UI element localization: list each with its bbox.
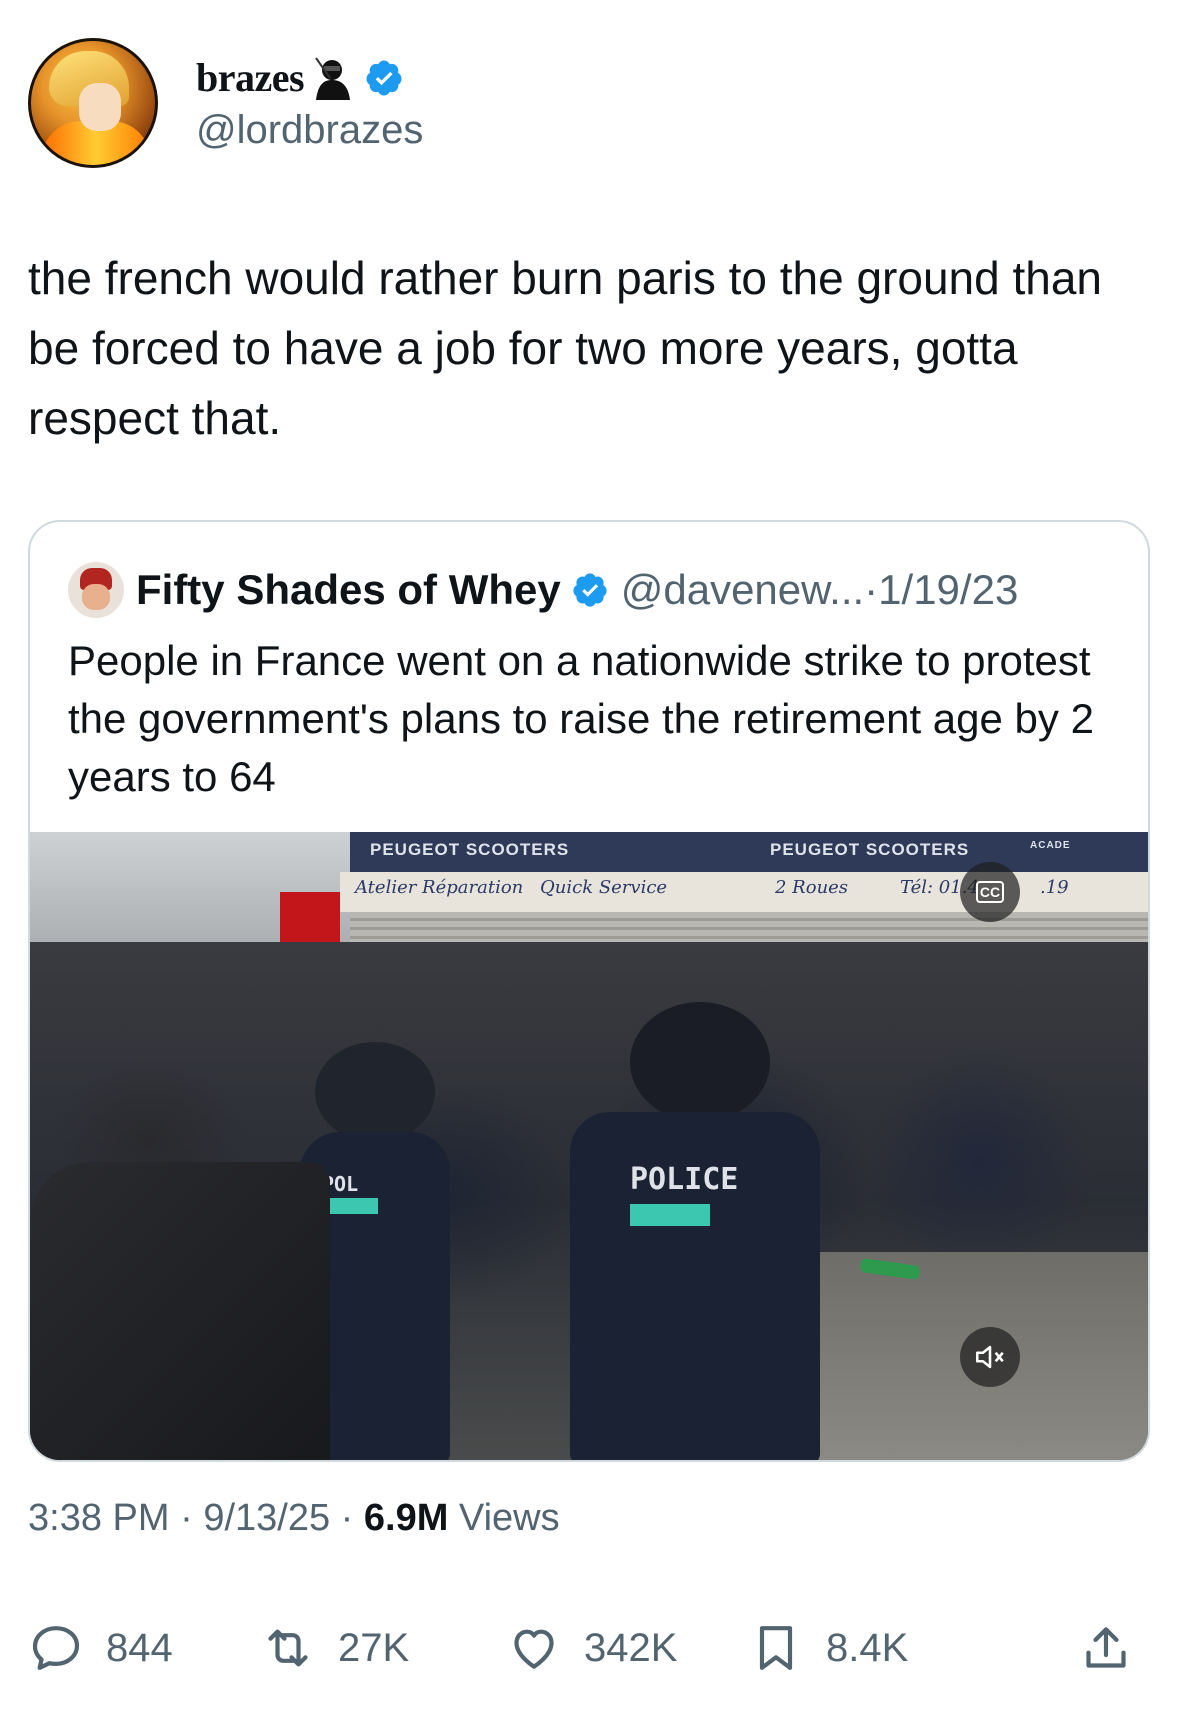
verified-badge-icon [366,60,402,95]
vest-id-patch [322,1198,378,1214]
repost-icon [268,1629,308,1667]
bookmark-button[interactable]: 8.4K [748,1620,908,1676]
officer-helmet [315,1042,435,1142]
vest-id-patch [630,1204,710,1226]
repost-button[interactable]: 27K [260,1620,409,1676]
quoted-author-avatar [68,562,124,618]
reply-button[interactable]: 844 [28,1620,173,1676]
band-text-2: Quick Service [540,877,668,898]
tweet-text: the french would rather burn paris to th… [28,252,1103,444]
tweet-time[interactable]: 3:38 PM [28,1497,170,1539]
closed-captions-button[interactable]: CC [960,862,1020,922]
volume-muted-icon [975,1345,1004,1369]
author-handle[interactable]: @lordbrazes [196,108,423,153]
author-names: brazes @lordbrazes [196,54,423,153]
author-avatar[interactable] [28,38,158,168]
tweet-meta: 3:38 PM · 9/13/25 · 6.9M Views [28,1497,560,1539]
reply-icon [32,1626,80,1670]
verified-badge-icon [573,573,607,607]
mute-toggle-button[interactable] [960,1327,1020,1387]
foreground-arm [30,1162,330,1460]
reply-count: 844 [106,1625,173,1670]
quoted-tweet-header: Fifty Shades of Whey @davenew...·1/19/23 [68,562,1018,618]
quoted-tweet-card[interactable]: Fifty Shades of Whey @davenew...·1/19/23… [28,520,1150,1462]
ninja-emoji-icon [315,56,351,100]
officer-helmet [630,1002,770,1122]
quoted-tweet-video[interactable]: PEUGEOT SCOOTERS PEUGEOT SCOOTERS ACADE … [30,832,1148,1460]
bookmark-count: 8.4K [826,1625,909,1670]
like-count: 342K [584,1625,678,1670]
sign-left-text: PEUGEOT SCOOTERS [370,840,570,859]
quoted-author-name: Fifty Shades of Whey [136,566,561,613]
band-text-1: Atelier Réparation [355,877,524,898]
band-text-3: 2 Roues [775,877,849,898]
bookmark-icon [759,1626,793,1670]
heart-icon [514,1629,554,1669]
tweet-action-bar: 844 27K 342K 8.4K [28,1620,1150,1690]
like-button[interactable]: 342K [506,1620,677,1676]
band-text-5: .19 [1040,877,1069,898]
share-button[interactable] [1078,1620,1134,1676]
views-label: Views [448,1497,560,1539]
quoted-tweet-date: 1/19/23 [878,566,1019,613]
repost-count: 27K [338,1625,410,1670]
quoted-author-handle: @davenew...·1/19/23 [620,566,1019,613]
tweet-author: brazes @lordbrazes [28,38,423,168]
tweet-date[interactable]: 9/13/25 [203,1497,330,1539]
views-count: 6.9M [363,1497,449,1539]
quoted-tweet-text: People in France went on a nationwide st… [68,637,1094,800]
sign-right-extra-text: ACADE [1030,840,1071,851]
sign-right-text: PEUGEOT SCOOTERS [770,840,970,859]
police-vest-label: POLICE [630,1162,739,1197]
share-icon [1086,1627,1126,1668]
author-display-name[interactable]: brazes [196,54,305,101]
